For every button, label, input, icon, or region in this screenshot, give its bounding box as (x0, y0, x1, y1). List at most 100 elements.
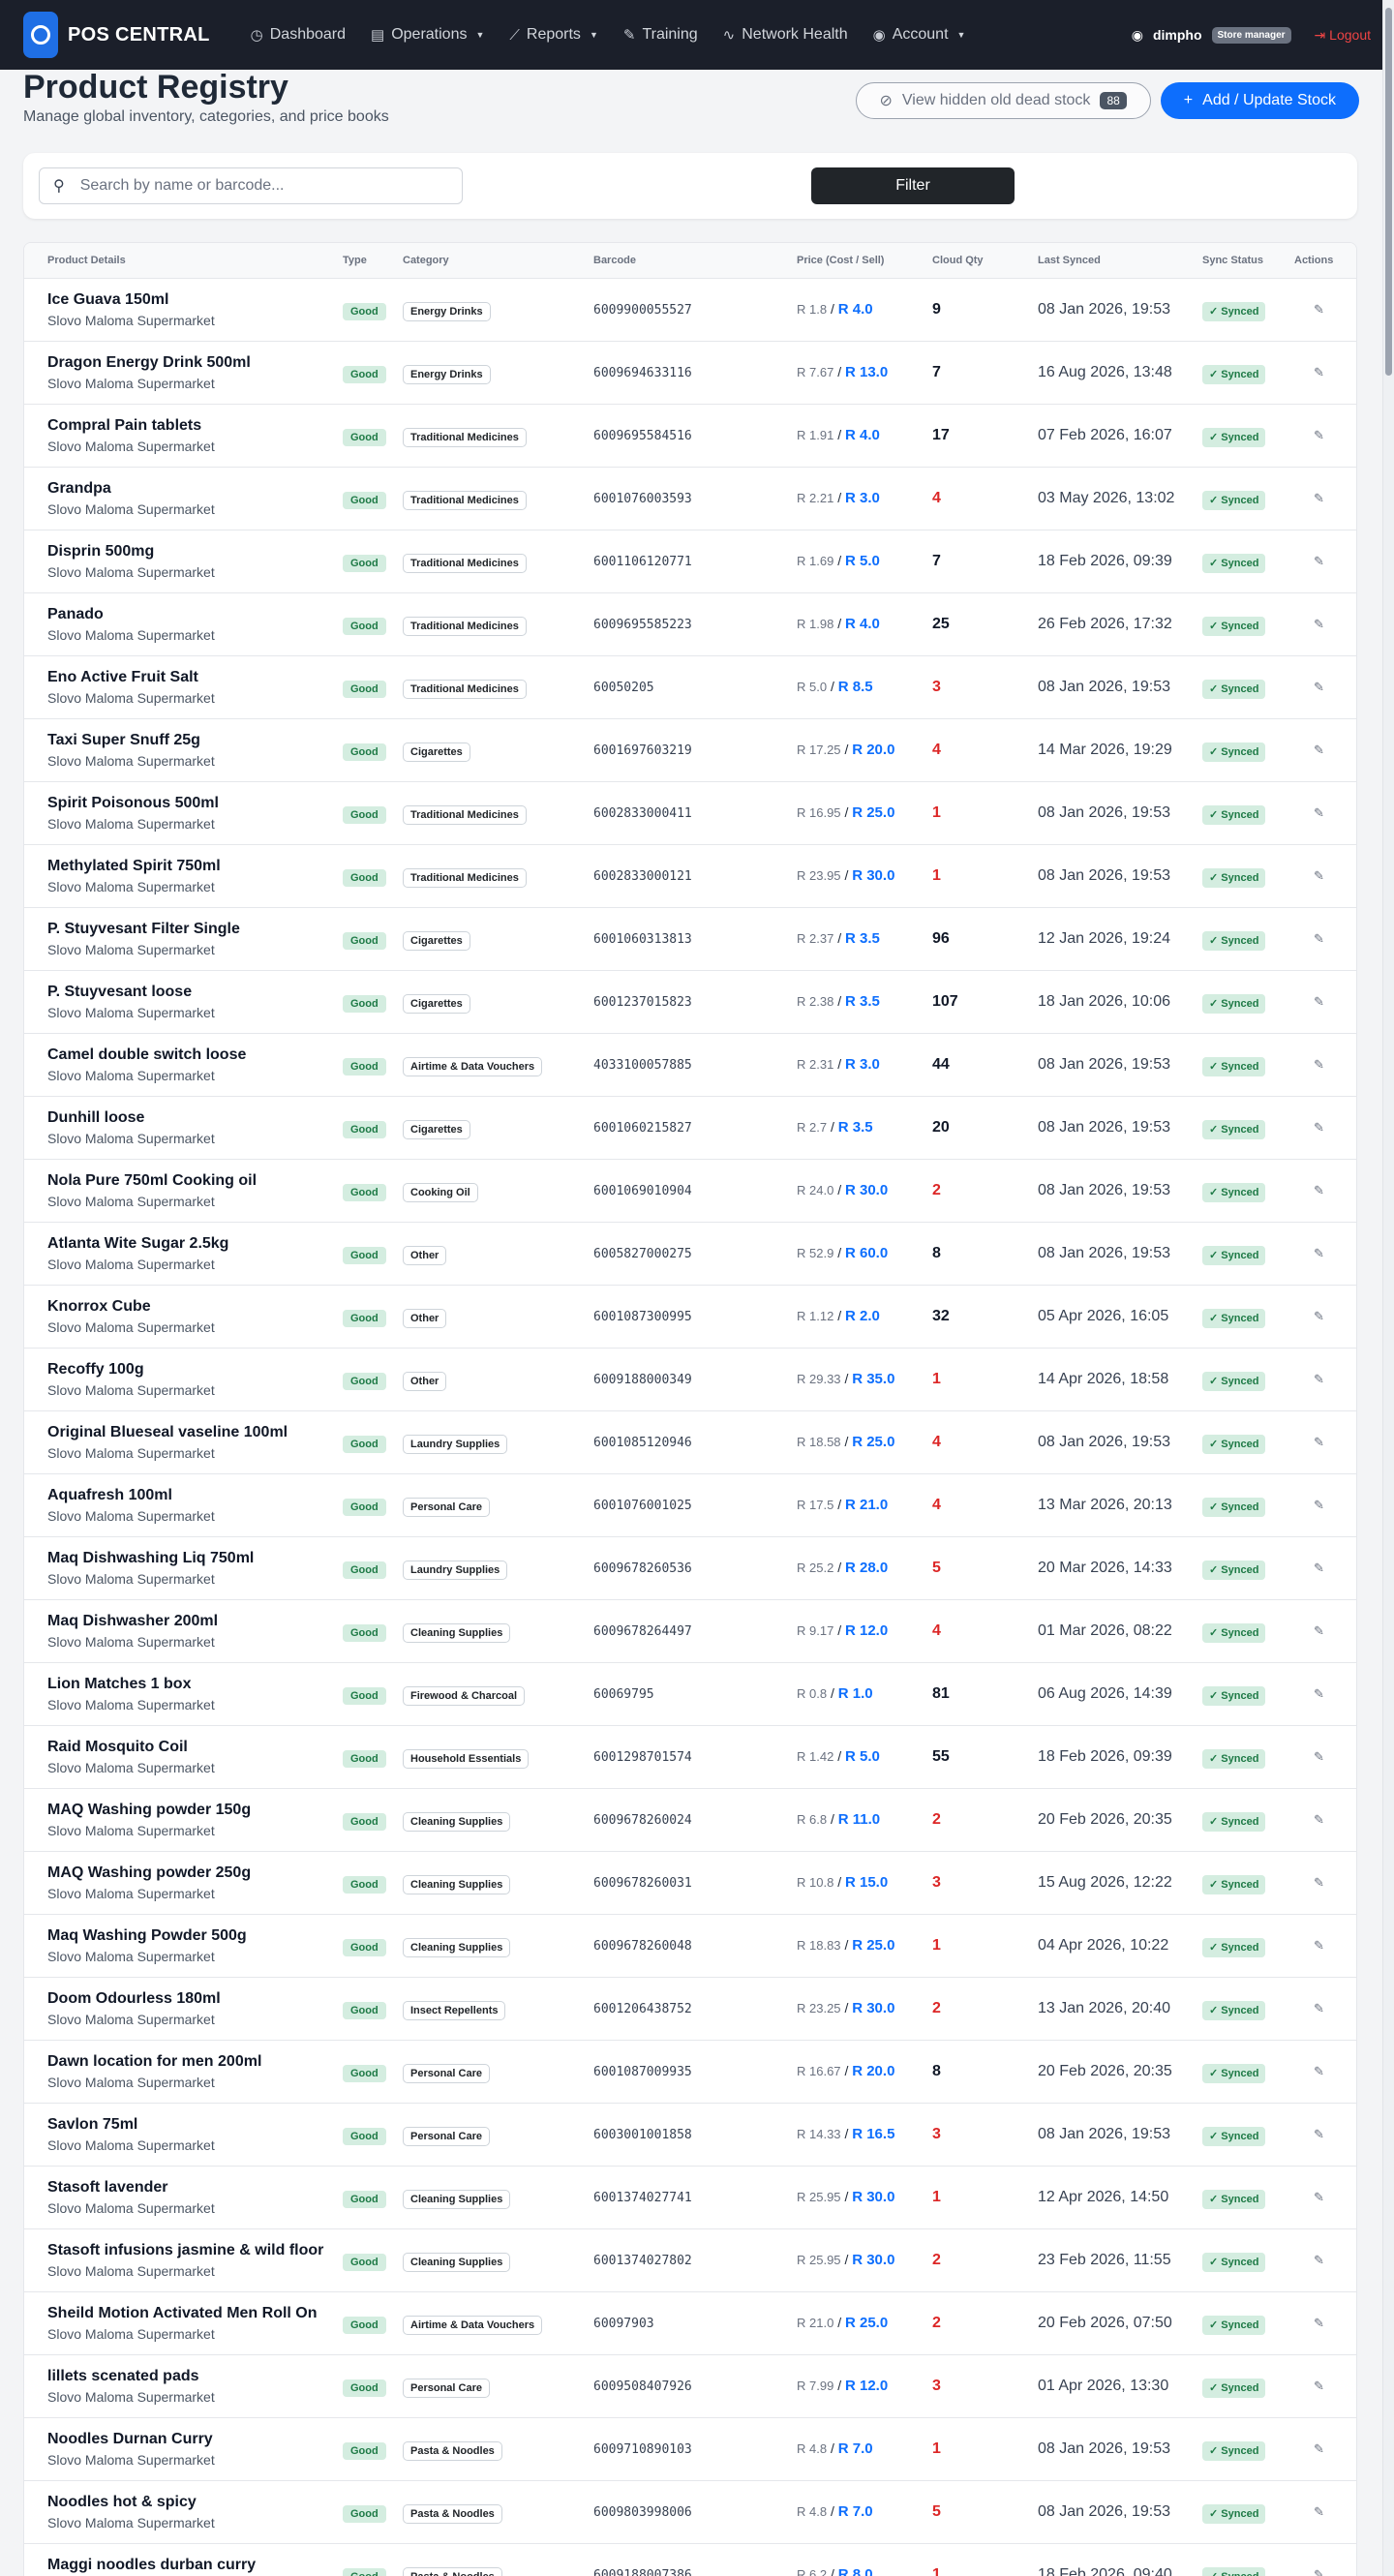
nav-item-operations[interactable]: ▤ Operations ▼ (371, 26, 484, 44)
edit-icon[interactable]: ✎ (1294, 1875, 1324, 1890)
cloud-qty: 1 (932, 803, 941, 821)
page-scrollbar[interactable] (1382, 0, 1394, 2576)
brand[interactable]: POS CENTRAL (23, 12, 210, 58)
price-cell: R 25.95 / R 30.0 (797, 2228, 932, 2292)
edit-icon[interactable]: ✎ (1294, 1246, 1324, 1260)
check-icon: ✓ (1209, 934, 1219, 947)
table-row: Disprin 500mg Slovo Maloma Supermarket Goo… (24, 530, 1356, 593)
barcode: 6009508407926 (593, 2379, 692, 2394)
edit-icon[interactable]: ✎ (1294, 1749, 1324, 1764)
table-row: Knorrox Cube Slovo Maloma Supermarket Good… (24, 1285, 1356, 1349)
scrollbar-thumb[interactable] (1385, 8, 1392, 376)
type-cell: Good (343, 1222, 403, 1286)
edit-icon[interactable]: ✎ (1294, 617, 1324, 631)
sync-status-badge: ✓ Synced (1202, 1748, 1266, 1769)
edit-icon[interactable]: ✎ (1294, 1561, 1324, 1575)
nav-item-network-health[interactable]: ∿ Network Health (723, 26, 848, 44)
product-store: Slovo Maloma Supermarket (47, 1444, 215, 1461)
edit-icon[interactable]: ✎ (1294, 1812, 1324, 1827)
barcode-cell: 6001060313813 (593, 907, 797, 971)
filter-button[interactable]: Filter (811, 167, 1015, 204)
search-input[interactable] (79, 177, 448, 195)
sync-status-badge: ✓ Synced (1202, 1434, 1266, 1454)
edit-icon[interactable]: ✎ (1294, 931, 1324, 946)
product-details-cell: lillets scenated pads Slovo Maloma Superm… (24, 2354, 343, 2418)
edit-icon[interactable]: ✎ (1294, 2567, 1324, 2576)
edit-icon[interactable]: ✎ (1294, 2001, 1324, 2015)
edit-icon[interactable]: ✎ (1294, 1057, 1324, 1072)
edit-icon[interactable]: ✎ (1294, 1435, 1324, 1449)
qty-cell: 2 (932, 2228, 1038, 2292)
eye-slash-icon: ⊘ (879, 93, 893, 109)
view-hidden-stock-button[interactable]: ⊘ View hidden old dead stock 88 (855, 82, 1151, 119)
table-row: Spirit Poisonous 500ml Slovo Maloma Super… (24, 781, 1356, 845)
category-cell: Pasta & Noodles (403, 2480, 593, 2544)
edit-icon[interactable]: ✎ (1294, 680, 1324, 694)
search-field[interactable]: ⚲ (39, 167, 463, 204)
edit-icon[interactable]: ✎ (1294, 1183, 1324, 1197)
last-synced-cell: 08 Jan 2026, 19:53 (1038, 2103, 1202, 2167)
edit-icon[interactable]: ✎ (1294, 428, 1324, 442)
sell-price: R 25.0 (844, 2315, 889, 2331)
edit-icon[interactable]: ✎ (1294, 1372, 1324, 1386)
sync-status-label: Synced (1221, 494, 1259, 506)
product-details-cell: Maggi noodles durban currySlovo Maloma S… (24, 2543, 343, 2576)
edit-icon[interactable]: ✎ (1294, 554, 1324, 568)
actions-cell: ✎ (1294, 1977, 1356, 2041)
category-cell: Cigarettes (403, 970, 593, 1034)
nav-item-training[interactable]: ✎ Training (623, 26, 698, 44)
sync-status-label: Synced (1221, 368, 1259, 380)
edit-icon[interactable]: ✎ (1294, 742, 1324, 757)
category-cell: Cleaning Supplies (403, 1788, 593, 1852)
barcode-cell: 6001374027802 (593, 2228, 797, 2292)
price-separator: / (837, 993, 842, 1009)
edit-icon[interactable]: ✎ (1294, 2190, 1324, 2204)
sync-status-cell: ✓ Synced (1202, 1473, 1294, 1537)
price-cell: R 1.69 / R 5.0 (797, 530, 932, 593)
logout-link[interactable]: ⇥ Logout (1315, 27, 1371, 44)
edit-icon[interactable]: ✎ (1294, 1498, 1324, 1512)
edit-icon[interactable]: ✎ (1294, 868, 1324, 883)
price-cell: R 4.8 / R 7.0 (797, 2480, 932, 2544)
actions-cell: ✎ (1294, 1914, 1356, 1978)
price-cell: R 16.67 / R 20.0 (797, 2040, 932, 2104)
edit-icon[interactable]: ✎ (1294, 994, 1324, 1009)
edit-icon[interactable]: ✎ (1294, 2127, 1324, 2141)
edit-icon[interactable]: ✎ (1294, 491, 1324, 505)
edit-icon[interactable]: ✎ (1294, 1938, 1324, 1953)
actions-cell: ✎ (1294, 1473, 1356, 1537)
chevron-down-icon: ▼ (589, 30, 598, 40)
add-update-stock-button[interactable]: + Add / Update Stock (1160, 82, 1359, 119)
edit-icon[interactable]: ✎ (1294, 2253, 1324, 2267)
nav-item-dashboard[interactable]: ◷ Dashboard (251, 26, 346, 44)
edit-icon[interactable]: ✎ (1294, 2504, 1324, 2519)
cost-price: R 18.83 (797, 1938, 841, 1953)
edit-icon[interactable]: ✎ (1294, 1309, 1324, 1323)
nav-item-reports[interactable]: ⟋ Reports ▼ (509, 26, 597, 44)
edit-icon[interactable]: ✎ (1294, 365, 1324, 379)
edit-icon[interactable]: ✎ (1294, 1120, 1324, 1135)
barcode: 6001237015823 (593, 995, 692, 1010)
edit-icon[interactable]: ✎ (1294, 2379, 1324, 2393)
barcode: 60069795 (593, 1687, 654, 1702)
cloud-qty: 2 (932, 1181, 941, 1198)
edit-icon[interactable]: ✎ (1294, 2441, 1324, 2456)
product-details-cell: Stasoft lavender Slovo Maloma Supermarket (24, 2166, 343, 2229)
cost-price: R 23.25 (797, 2001, 841, 2015)
edit-icon[interactable]: ✎ (1294, 805, 1324, 820)
edit-icon[interactable]: ✎ (1294, 2316, 1324, 2330)
edit-icon[interactable]: ✎ (1294, 2064, 1324, 2078)
sync-status-label: Synced (1221, 808, 1259, 821)
nav-item-label: Dashboard (269, 26, 347, 43)
brand-name: POS CENTRAL (68, 23, 210, 45)
sell-price: R 13.0 (844, 364, 889, 380)
edit-icon[interactable]: ✎ (1294, 1623, 1324, 1638)
last-synced-cell: 08 Jan 2026, 19:53 (1038, 278, 1202, 342)
actions-cell: ✎ (1294, 781, 1356, 845)
actions-cell: ✎ (1294, 278, 1356, 342)
cloud-qty: 4 (932, 1433, 941, 1450)
table-row: Noodles hot & spicy Slovo Maloma Supermar… (24, 2480, 1356, 2544)
nav-item-account[interactable]: ◉ Account ▼ (873, 26, 966, 44)
edit-icon[interactable]: ✎ (1294, 1686, 1324, 1701)
edit-icon[interactable]: ✎ (1294, 302, 1324, 317)
